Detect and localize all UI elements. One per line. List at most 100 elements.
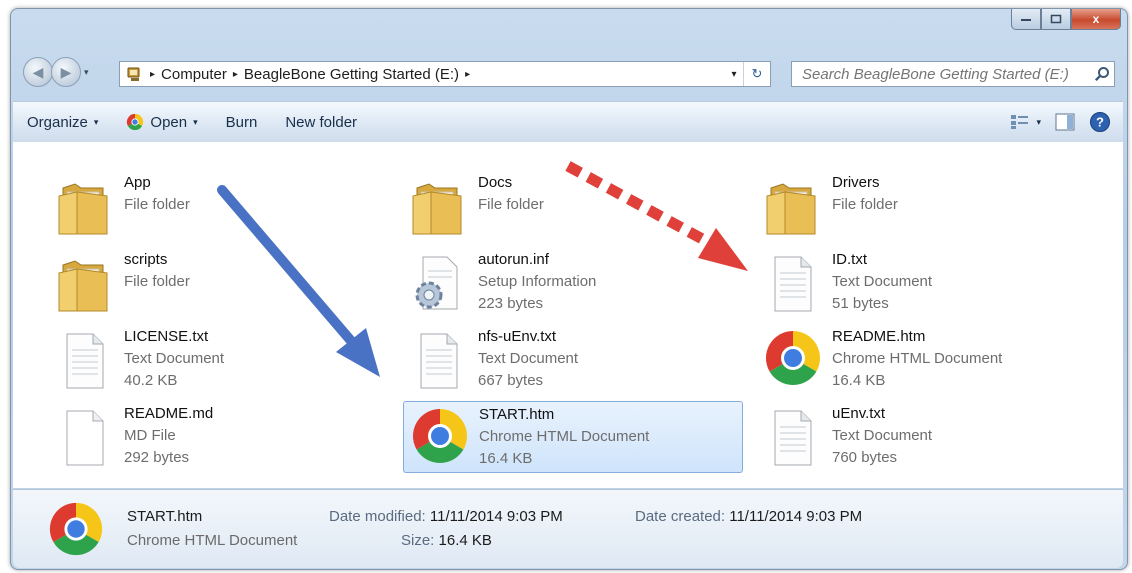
breadcrumb-drive[interactable]: BeagleBone Getting Started (E:)	[244, 66, 459, 83]
change-view-button[interactable]: ▾	[1010, 114, 1041, 130]
breadcrumb: ▸ Computer ▸ BeagleBone Getting Started …	[120, 65, 725, 83]
details-date-modified: Date modified: 11/11/2014 9:03 PM	[329, 508, 563, 525]
preview-pane-icon[interactable]	[1055, 113, 1075, 131]
organize-button[interactable]: Organize ▾	[13, 114, 112, 131]
search-button[interactable]	[1090, 66, 1114, 82]
new-folder-label: New folder	[285, 113, 358, 131]
details-size: Size: 16.4 KB	[401, 532, 492, 549]
file-item[interactable]: LICENSE.txt Text Document 40.2 KB	[49, 324, 389, 396]
file-type: File folder	[124, 196, 190, 213]
file-size: 51 bytes	[832, 295, 889, 312]
date-created-value: 11/11/2014 9:03 PM	[729, 508, 863, 525]
file-item[interactable]: autorun.inf Setup Information 223 bytes	[403, 247, 743, 319]
chrome-icon	[127, 113, 144, 131]
date-created-label: Date created:	[635, 508, 726, 525]
help-icon[interactable]: ?	[1089, 111, 1111, 133]
file-item-text: scripts File folder	[124, 249, 190, 293]
file-name: uEnv.txt	[832, 405, 886, 422]
file-name: Docs	[478, 174, 513, 191]
folder-icon	[763, 174, 823, 238]
details-date-created: Date created: 11/11/2014 9:03 PM	[635, 508, 862, 525]
breadcrumb-separator-icon: ▸	[150, 68, 156, 80]
file-type: File folder	[832, 196, 898, 213]
file-type: Chrome HTML Document	[832, 350, 1003, 367]
details-file-type: Chrome HTML Document	[127, 532, 298, 549]
folder-icon	[55, 174, 115, 238]
file-name: ID.txt	[832, 251, 868, 268]
file-item-text: ID.txt Text Document 51 bytes	[832, 249, 932, 315]
chrome-icon	[763, 328, 823, 392]
back-button[interactable]: ◀	[23, 57, 53, 87]
address-dropdown-icon[interactable]: ▾	[725, 69, 743, 80]
file-item-text: Drivers File folder	[832, 172, 898, 216]
new-folder-button[interactable]: New folder	[271, 114, 371, 131]
file-item[interactable]: uEnv.txt Text Document 760 bytes	[757, 401, 1097, 473]
date-modified-value: 11/11/2014 9:03 PM	[429, 508, 563, 525]
open-button[interactable]: Open ▾	[112, 113, 211, 131]
svg-text:?: ?	[1096, 115, 1104, 130]
details-file-name: START.htm	[127, 508, 203, 525]
search-box	[791, 61, 1115, 87]
file-name: Drivers	[832, 174, 880, 191]
chevron-down-icon: ▾	[193, 116, 198, 127]
details-pane: START.htm Chrome HTML Document Date modi…	[13, 489, 1123, 568]
file-item[interactable]: README.htm Chrome HTML Document 16.4 KB	[757, 324, 1097, 396]
burn-label: Burn	[225, 113, 258, 131]
setup-information-icon	[409, 251, 469, 315]
recent-pages-dropdown[interactable]: ▾	[84, 67, 89, 78]
file-item-text: nfs-uEnv.txt Text Document 667 bytes	[478, 326, 578, 392]
file-item-text: uEnv.txt Text Document 760 bytes	[832, 403, 932, 469]
file-name: nfs-uEnv.txt	[478, 328, 557, 345]
file-type: Text Document	[832, 427, 933, 444]
computer-location-icon	[127, 67, 140, 81]
forward-button[interactable]: ▶	[51, 57, 81, 87]
blank-file-icon	[55, 405, 115, 469]
explorer-window: x ◀ ▶ ▾ ▸ Computer ▸ BeagleBone Getting …	[10, 8, 1128, 570]
file-name: scripts	[124, 251, 168, 268]
file-size: 223 bytes	[478, 295, 544, 312]
search-input[interactable]	[792, 64, 1090, 84]
file-item-text: Docs File folder	[478, 172, 544, 216]
burn-button[interactable]: Burn	[212, 114, 272, 131]
file-item[interactable]: Docs File folder	[403, 170, 743, 242]
file-item[interactable]: nfs-uEnv.txt Text Document 667 bytes	[403, 324, 743, 396]
file-item[interactable]: ID.txt Text Document 51 bytes	[757, 247, 1097, 319]
file-type: Text Document	[124, 350, 225, 367]
file-item-text: START.htm Chrome HTML Document 16.4 KB	[479, 404, 649, 470]
file-item-text: README.md MD File 292 bytes	[124, 403, 213, 469]
open-label: Open	[150, 113, 188, 131]
file-size: 16.4 KB	[479, 450, 533, 467]
file-item[interactable]: START.htm Chrome HTML Document 16.4 KB	[403, 401, 743, 473]
minimize-button[interactable]	[1011, 9, 1041, 30]
file-name: START.htm	[479, 406, 555, 423]
window-controls: x	[1011, 9, 1121, 31]
file-name: README.md	[124, 405, 214, 422]
size-value: 16.4 KB	[438, 532, 492, 549]
address-bar[interactable]: ▸ Computer ▸ BeagleBone Getting Started …	[119, 61, 771, 87]
file-item-text: autorun.inf Setup Information 223 bytes	[478, 249, 596, 315]
file-item[interactable]: App File folder	[49, 170, 389, 242]
file-item[interactable]: scripts File folder	[49, 247, 389, 319]
file-type: File folder	[124, 273, 190, 290]
file-item[interactable]: README.md MD File 292 bytes	[49, 401, 389, 473]
file-name: App	[124, 174, 151, 191]
chevron-down-icon: ▾	[1036, 116, 1041, 127]
text-document-icon	[55, 328, 115, 392]
close-button[interactable]: x	[1071, 9, 1121, 30]
size-label: Size:	[401, 532, 435, 549]
date-modified-label: Date modified:	[329, 508, 426, 525]
file-item[interactable]: Drivers File folder	[757, 170, 1097, 242]
file-name: README.htm	[832, 328, 926, 345]
breadcrumb-separator-icon[interactable]: ▸	[465, 69, 470, 80]
refresh-button[interactable]: ↻	[743, 62, 770, 86]
breadcrumb-computer[interactable]: Computer	[161, 66, 227, 83]
file-type: Text Document	[478, 350, 579, 367]
maximize-button[interactable]	[1041, 9, 1071, 30]
file-type: Chrome HTML Document	[479, 428, 650, 445]
folder-icon	[409, 174, 469, 238]
back-arrow-icon: ◀	[32, 63, 44, 80]
file-size: 16.4 KB	[832, 372, 886, 389]
file-list: App File folder scripts File folder LICENSE.…	[13, 142, 1123, 488]
close-icon: x	[1092, 12, 1100, 26]
file-type: Text Document	[832, 273, 933, 290]
